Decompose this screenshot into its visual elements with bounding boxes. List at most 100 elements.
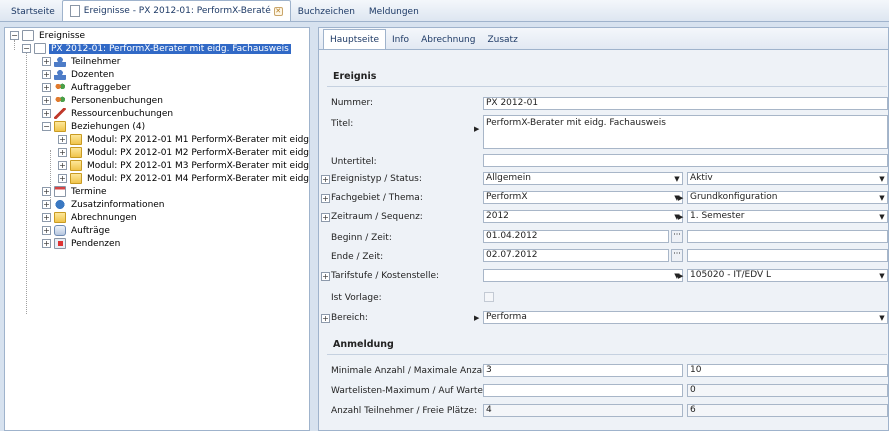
bereich-select[interactable]: Performa xyxy=(483,311,888,324)
expand-icon[interactable]: + xyxy=(42,96,51,105)
fachgebiet-select[interactable]: PerformX xyxy=(483,191,683,204)
tree-node-root[interactable]: − Ereignisse xyxy=(10,29,87,42)
tree-node-auftraggeber[interactable]: + Auftraggeber xyxy=(42,81,133,94)
expand-icon[interactable]: + xyxy=(42,200,51,209)
collapse-icon[interactable]: − xyxy=(22,44,31,53)
dropdown-arrow-icon[interactable]: ▼ xyxy=(877,270,887,282)
expand-icon[interactable]: + xyxy=(321,271,330,281)
expand-icon[interactable]: + xyxy=(321,174,330,184)
tree-node-beziehungen[interactable]: − Beziehungen (4) xyxy=(42,120,147,133)
tab-ereignisse[interactable]: Ereignisse - PX 2012-01: PerformX-Beraté… xyxy=(61,0,291,21)
tree-node-label: Zusatzinformationen xyxy=(71,199,165,210)
wrench-icon xyxy=(54,108,66,119)
tab-info[interactable]: Info xyxy=(386,31,415,49)
expand-icon[interactable]: + xyxy=(42,213,51,222)
tree-node-modul-m1[interactable]: + Modul: PX 2012-01 M1 PerformX-Berater … xyxy=(58,133,310,146)
thema-select[interactable]: Grundkonfiguration xyxy=(687,191,888,204)
tab-buchzeichen[interactable]: Buchzeichen xyxy=(291,2,362,21)
beginn-time-field[interactable] xyxy=(687,230,888,243)
close-icon[interactable]: ✕ xyxy=(273,6,283,16)
tree-node-termine[interactable]: + Termine xyxy=(42,185,109,198)
label-untertitel: Untertitel: xyxy=(331,157,377,167)
sequenz-select[interactable]: 1. Semester xyxy=(687,210,888,223)
zeitraum-select[interactable]: 2012 xyxy=(483,210,683,223)
label-ende: Ende / Zeit: xyxy=(331,252,384,262)
order-icon xyxy=(54,225,66,236)
ende-date-field[interactable]: 02.07.2012 xyxy=(483,249,669,262)
ende-time-field[interactable] xyxy=(687,249,888,262)
expand-icon[interactable]: + xyxy=(42,83,51,92)
status-select[interactable]: Aktiv xyxy=(687,172,888,185)
dropdown-arrow-icon[interactable]: ▼ xyxy=(877,173,887,185)
expand-icon[interactable]: + xyxy=(42,226,51,235)
document-tab-bar: Startseite Ereignisse - PX 2012-01: Perf… xyxy=(0,0,889,22)
tree-node-label: Ereignisse xyxy=(39,30,86,41)
nummer-field[interactable]: PX 2012-01 xyxy=(483,97,888,110)
expand-icon[interactable]: + xyxy=(42,109,51,118)
tarifstufe-select[interactable] xyxy=(483,269,683,282)
tab-meldungen[interactable]: Meldungen xyxy=(362,2,426,21)
kostenstelle-select[interactable]: 105020 - IT/EDV L xyxy=(687,269,888,282)
tree-node-label: Modul: PX 2012-01 M4 PerformX-Berater mi… xyxy=(87,173,310,184)
tree-node-teilnehmer[interactable]: + Teilnehmer xyxy=(42,55,122,68)
tree-node-pendenzen[interactable]: + Pendenzen xyxy=(42,237,122,250)
tree-node-modul-m2[interactable]: + Modul: PX 2012-01 M2 PerformX-Berater … xyxy=(58,146,309,159)
dropdown-arrow-icon[interactable]: ▼ xyxy=(672,173,682,185)
expand-icon[interactable]: + xyxy=(321,212,330,222)
min-anzahl-field[interactable]: 3 xyxy=(483,364,683,377)
dropdown-arrow-icon[interactable]: ▼ xyxy=(877,192,887,204)
dropdown-arrow-icon[interactable]: ▼ xyxy=(877,312,887,324)
tree-node-modul-m3[interactable]: + Modul: PX 2012-01 M3 PerformX-Berater … xyxy=(58,159,309,172)
expand-icon[interactable]: + xyxy=(42,187,51,196)
tree-node-label: Teilnehmer xyxy=(71,56,121,67)
expand-icon[interactable]: + xyxy=(58,161,67,170)
tab-zusatz[interactable]: Zusatz xyxy=(481,31,523,49)
expand-icon[interactable]: + xyxy=(42,70,51,79)
collapse-icon[interactable]: − xyxy=(10,31,19,40)
titel-field[interactable]: PerformX-Berater mit eidg. Fachausweis xyxy=(483,115,888,149)
beginn-date-field[interactable]: 01.04.2012 xyxy=(483,230,669,243)
tree-node-label: Modul: PX 2012-01 M1 PerformX-Berater mi… xyxy=(87,134,310,145)
tree-node-ressourcenbuchungen[interactable]: + Ressourcenbuchungen xyxy=(42,107,175,120)
expand-icon[interactable]: + xyxy=(42,57,51,66)
collapse-icon[interactable]: − xyxy=(42,122,51,131)
tree-node-label: Dozenten xyxy=(71,69,115,80)
tree-node-label: Pendenzen xyxy=(71,238,121,249)
expand-icon[interactable]: + xyxy=(42,239,51,248)
tree-node-label: Auftraggeber xyxy=(71,82,131,93)
tree-node-abrechnungen[interactable]: + Abrechnungen xyxy=(42,211,139,224)
tab-hauptseite[interactable]: Hauptseite xyxy=(323,29,387,49)
warteliste-max-field[interactable] xyxy=(483,384,683,397)
tree-node-personenbuchungen[interactable]: + Personenbuchungen xyxy=(42,94,165,107)
expand-icon[interactable]: + xyxy=(321,313,330,323)
tree-node-zusatzinformationen[interactable]: + Zusatzinformationen xyxy=(42,198,167,211)
label-min-max: Minimale Anzahl / Maximale Anzahl xyxy=(331,366,491,376)
date-picker-button[interactable]: ··· xyxy=(671,230,683,243)
untertitel-field[interactable] xyxy=(483,154,888,167)
max-anzahl-field[interactable]: 10 xyxy=(687,364,888,377)
label-text: Tarifstufe / Kostenstelle: xyxy=(331,271,440,281)
tree-node-modul-m4[interactable]: + Modul: PX 2012-01 M4 PerformX-Berater … xyxy=(58,172,310,185)
dropdown-arrow-icon[interactable]: ▼ xyxy=(877,211,887,223)
label-nummer: Nummer: xyxy=(331,98,374,108)
date-picker-button[interactable]: ··· xyxy=(671,249,683,262)
vorlage-checkbox[interactable] xyxy=(484,292,494,302)
folder-icon xyxy=(70,134,82,145)
tree-node-auftraege[interactable]: + Aufträge xyxy=(42,224,112,237)
person-icon xyxy=(54,56,66,67)
expand-icon[interactable]: + xyxy=(58,135,67,144)
expand-icon[interactable]: + xyxy=(58,148,67,157)
ereignistyp-select[interactable]: Allgemein xyxy=(483,172,683,185)
tree-node-selected-event[interactable]: − PX 2012-01: PerformX-Berater mit eidg.… xyxy=(22,42,291,55)
tree-node-dozenten[interactable]: + Dozenten xyxy=(42,68,116,81)
tab-startseite[interactable]: Startseite xyxy=(4,2,62,21)
pending-icon xyxy=(54,238,66,249)
tree-node-label: PX 2012-01: PerformX-Berater mit eidg. F… xyxy=(49,43,291,54)
label-fachgebiet: + Fachgebiet / Thema: xyxy=(321,193,423,203)
tab-abrechnung[interactable]: Abrechnung xyxy=(415,31,481,49)
expand-icon[interactable]: + xyxy=(321,193,330,203)
tab-label: Startseite xyxy=(11,6,55,17)
row-marker-icon: ▶ xyxy=(678,272,684,280)
expand-icon[interactable]: + xyxy=(58,174,67,183)
navigation-tree: − Ereignisse − PX 2012-01: PerformX-Bera… xyxy=(4,27,310,431)
